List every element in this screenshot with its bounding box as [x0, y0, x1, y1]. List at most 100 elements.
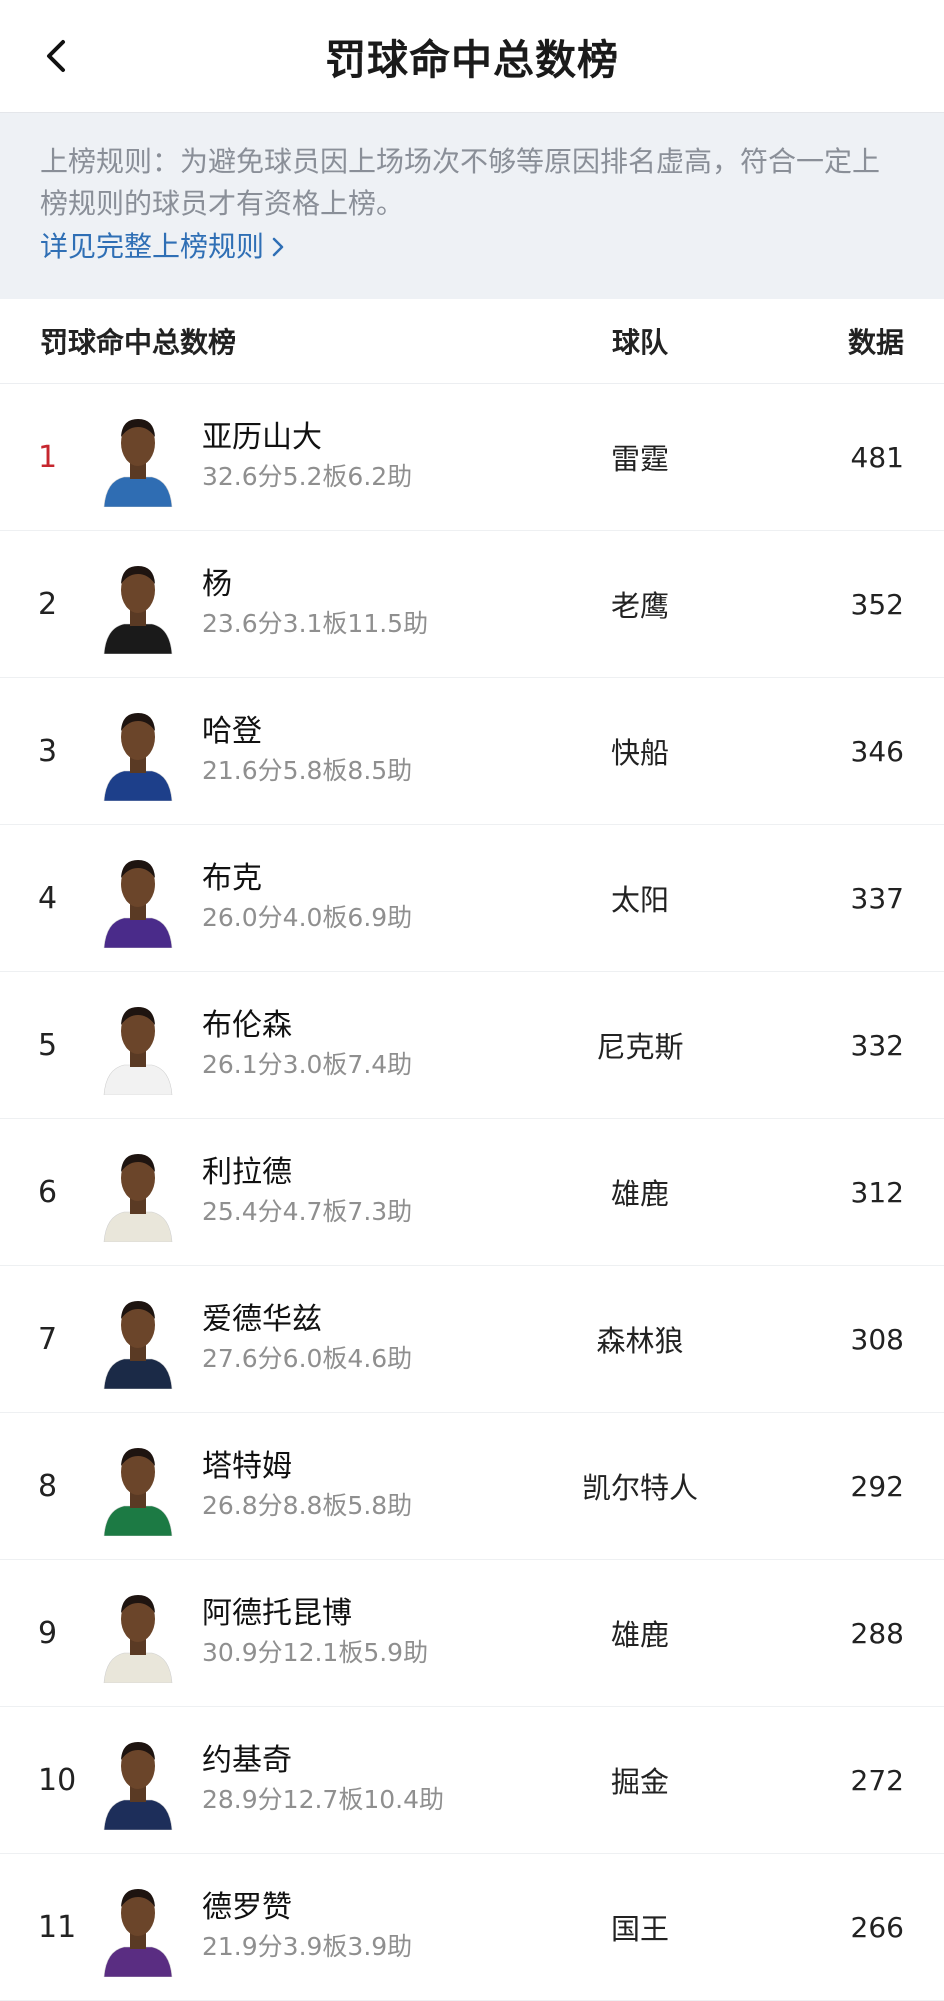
table-row[interactable]: 8 塔特姆 26.8分8.8板5.8助 凯尔特人 292 [0, 1413, 944, 1560]
player-stat-line: 26.8分8.8板5.8助 [202, 1491, 413, 1520]
back-button[interactable] [28, 28, 84, 84]
player-stat-line: 21.9分3.9板3.9助 [202, 1932, 413, 1961]
rank-number: 8 [38, 1468, 58, 1504]
player-info: 爱德华兹 27.6分6.0板4.6助 [202, 1300, 550, 1378]
team-name: 雷霆 [610, 442, 669, 476]
player-stat-line: 26.0分4.0板6.9助 [202, 903, 413, 932]
table-row[interactable]: 6 利拉德 25.4分4.7板7.3助 雄鹿 312 [0, 1119, 944, 1266]
rank-number: 9 [38, 1615, 58, 1651]
player-name: 哈登 [202, 714, 262, 749]
player-name: 爱德华兹 [202, 1302, 322, 1337]
player-avatar [100, 848, 176, 948]
ranking-list: 1 亚历山大 32.6分5.2板6.2助 雷霆 481 2 杨 23.6分3.1板11.5助 老… [0, 384, 944, 2001]
full-rules-link-label: 详见完整上榜规则 [40, 230, 265, 263]
team-name: 凯尔特人 [581, 1471, 698, 1505]
player-info: 哈登 21.6分5.8板8.5助 [202, 712, 550, 790]
table-row[interactable]: 10 约基奇 28.9分12.7板10.4助 掘金 272 [0, 1707, 944, 1854]
table-row[interactable]: 9 阿德托昆博 30.9分12.1板5.9助 雄鹿 288 [0, 1560, 944, 1707]
player-name: 塔特姆 [202, 1449, 292, 1484]
player-stat-line: 30.9分12.1板5.9助 [202, 1638, 429, 1667]
player-stat-line: 27.6分6.0板4.6助 [202, 1344, 413, 1373]
team-name: 老鹰 [610, 589, 669, 623]
player-stat-line: 32.6分5.2板6.2助 [202, 462, 413, 491]
player-avatar [100, 1877, 176, 1977]
team-name: 国王 [610, 1912, 669, 1946]
rank-number: 5 [38, 1027, 58, 1063]
chevron-right-icon [272, 237, 284, 257]
rules-notice: 上榜规则：为避免球员因上场场次不够等原因排名虚高，符合一定上榜规则的球员才有资格… [0, 113, 944, 299]
player-info: 利拉德 25.4分4.7板7.3助 [202, 1153, 550, 1231]
rules-text: 上榜规则：为避免球员因上场场次不够等原因排名虚高，符合一定上榜规则的球员才有资格… [40, 145, 881, 220]
free-throws-made: 292 [850, 1469, 904, 1503]
player-stat-line: 28.9分12.7板10.4助 [202, 1785, 444, 1814]
player-avatar [100, 1730, 176, 1830]
player-avatar [100, 554, 176, 654]
free-throws-made: 272 [850, 1763, 904, 1797]
free-throws-made: 308 [850, 1322, 904, 1356]
rank-number: 10 [38, 1762, 77, 1798]
team-name: 森林狼 [596, 1324, 684, 1358]
player-avatar [100, 1142, 176, 1242]
player-name: 布克 [202, 861, 262, 896]
rank-number: 4 [38, 880, 58, 916]
rank-number: 7 [38, 1321, 58, 1357]
free-throws-made: 346 [850, 734, 904, 768]
team-name: 尼克斯 [596, 1030, 684, 1064]
free-throws-made: 337 [850, 881, 904, 915]
team-name: 雄鹿 [610, 1618, 669, 1652]
rank-number: 3 [38, 733, 58, 769]
player-info: 约基奇 28.9分12.7板10.4助 [202, 1741, 550, 1819]
full-rules-link[interactable]: 详见完整上榜规则 [40, 225, 284, 269]
player-stat-line: 23.6分3.1板11.5助 [202, 609, 429, 638]
free-throws-made: 288 [850, 1616, 904, 1650]
player-info: 亚历山大 32.6分5.2板6.2助 [202, 418, 550, 496]
player-avatar [100, 701, 176, 801]
table-row[interactable]: 1 亚历山大 32.6分5.2板6.2助 雷霆 481 [0, 384, 944, 531]
column-header-team: 球队 [611, 326, 668, 359]
free-throws-made: 266 [850, 1910, 904, 1944]
rank-number: 6 [38, 1174, 58, 1210]
page-title: 罚球命中总数榜 [325, 36, 619, 84]
table-row[interactable]: 7 爱德华兹 27.6分6.0板4.6助 森林狼 308 [0, 1266, 944, 1413]
player-stat-line: 25.4分4.7板7.3助 [202, 1197, 413, 1226]
column-header-stat: 数据 [847, 326, 904, 359]
team-name: 快船 [610, 736, 669, 770]
free-throws-made: 312 [850, 1175, 904, 1209]
free-throws-made: 352 [850, 587, 904, 621]
player-name: 德罗赞 [202, 1890, 292, 1925]
player-info: 布克 26.0分4.0板6.9助 [202, 859, 550, 937]
table-header: 罚球命中总数榜 球队 数据 [0, 299, 944, 384]
player-name: 约基奇 [202, 1743, 292, 1778]
chevron-left-icon [47, 40, 65, 72]
table-row[interactable]: 3 哈登 21.6分5.8板8.5助 快船 346 [0, 678, 944, 825]
app-header: 罚球命中总数榜 [0, 0, 944, 113]
player-name: 阿德托昆博 [202, 1596, 352, 1631]
player-avatar [100, 1583, 176, 1683]
player-info: 塔特姆 26.8分8.8板5.8助 [202, 1447, 550, 1525]
player-info: 德罗赞 21.9分3.9板3.9助 [202, 1888, 550, 1966]
team-name: 雄鹿 [610, 1177, 669, 1211]
player-name: 布伦森 [202, 1008, 292, 1043]
rank-number: 1 [38, 439, 58, 475]
player-name: 亚历山大 [202, 420, 322, 455]
table-row[interactable]: 5 布伦森 26.1分3.0板7.4助 尼克斯 332 [0, 972, 944, 1119]
free-throws-made: 332 [850, 1028, 904, 1062]
player-info: 杨 23.6分3.1板11.5助 [202, 565, 550, 643]
table-row[interactable]: 2 杨 23.6分3.1板11.5助 老鹰 352 [0, 531, 944, 678]
column-header-ranking: 罚球命中总数榜 [40, 326, 237, 359]
player-avatar [100, 1436, 176, 1536]
player-info: 布伦森 26.1分3.0板7.4助 [202, 1006, 550, 1084]
table-row[interactable]: 11 德罗赞 21.9分3.9板3.9助 国王 266 [0, 1854, 944, 2001]
rank-number: 11 [38, 1909, 77, 1945]
player-info: 阿德托昆博 30.9分12.1板5.9助 [202, 1594, 550, 1672]
player-name: 利拉德 [202, 1155, 292, 1190]
team-name: 掘金 [610, 1765, 669, 1799]
player-avatar [100, 995, 176, 1095]
team-name: 太阳 [610, 883, 669, 917]
player-avatar [100, 407, 176, 507]
free-throws-made: 481 [850, 440, 904, 474]
player-stat-line: 21.6分5.8板8.5助 [202, 756, 413, 785]
player-stat-line: 26.1分3.0板7.4助 [202, 1050, 413, 1079]
player-name: 杨 [202, 567, 232, 602]
table-row[interactable]: 4 布克 26.0分4.0板6.9助 太阳 337 [0, 825, 944, 972]
